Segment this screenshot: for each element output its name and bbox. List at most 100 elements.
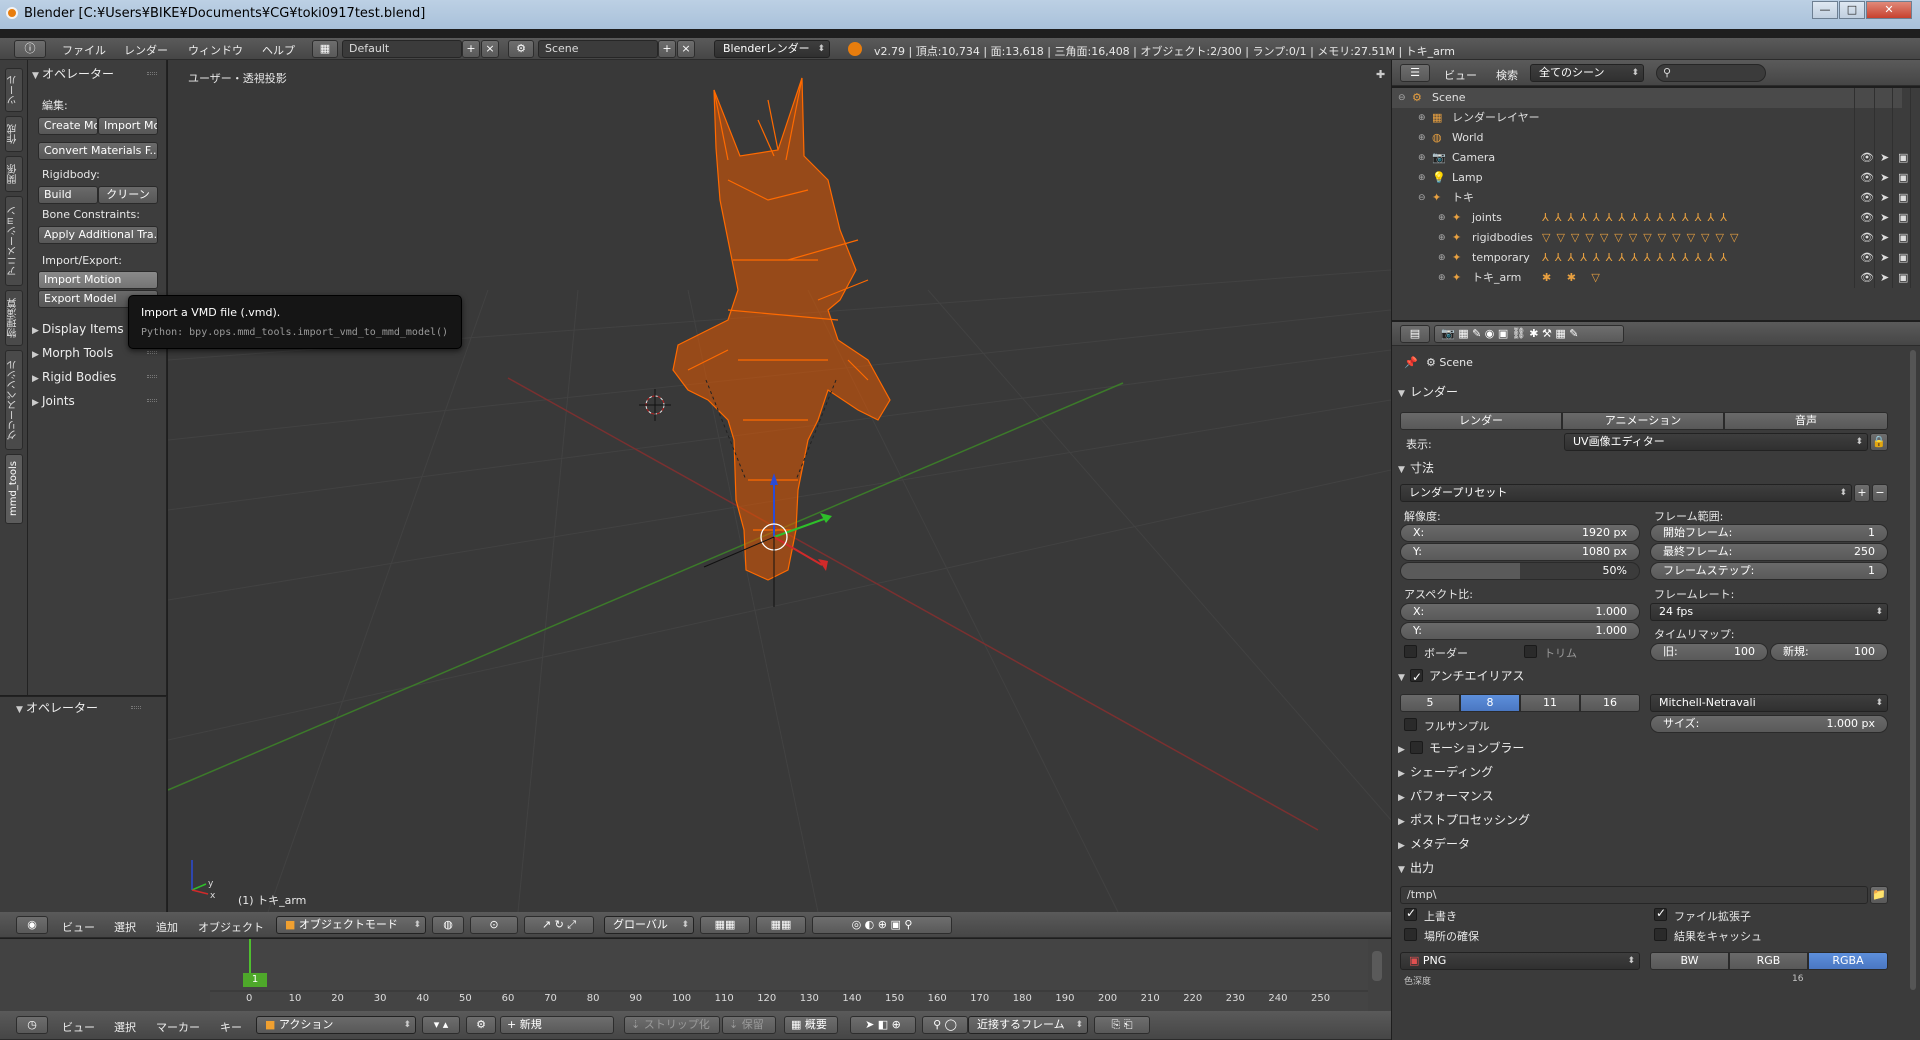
tl-arrows-icon[interactable]: ▾ ▴	[422, 1016, 460, 1034]
close-button[interactable]: ✕	[1866, 1, 1912, 19]
layers2-icon[interactable]: ▦▦	[756, 916, 806, 934]
overwrite-checkbox[interactable]	[1404, 906, 1417, 921]
menu-file[interactable]: ファイル	[62, 42, 106, 58]
build-button[interactable]: Build	[38, 186, 98, 204]
tab-mmd-tools[interactable]: mmd_tools	[5, 454, 23, 524]
selectable-cursor-icon[interactable]: ➤	[1880, 148, 1889, 168]
minimize-button[interactable]: —	[1812, 1, 1838, 19]
outliner[interactable]: ⊖ ⚙ Scene ⊕ ▦ レンダーレイヤー ⊕ ◍ World ⊕ 📷 Camera 👁 ➤ ▣ ⊕ 💡 Lam…	[1392, 88, 1920, 320]
visibility-eye-icon[interactable]: 👁	[1860, 208, 1874, 228]
renderable-camera-icon[interactable]: ▣	[1898, 168, 1908, 188]
layers-icon[interactable]: ▦▦	[700, 916, 750, 934]
scene-field[interactable]: Scene	[538, 40, 658, 58]
aspect-y-field[interactable]: Y: 1.000	[1400, 622, 1640, 640]
layout-field[interactable]: Default	[342, 40, 462, 58]
outliner-filter-dropdown[interactable]: 全てのシーン	[1530, 64, 1644, 82]
copy-paste-icons[interactable]: ⎘ ⎗	[1094, 1016, 1150, 1034]
joints-panel[interactable]: ▶ Joints	[32, 390, 163, 412]
expand-toggle-icon[interactable]: ⊕	[1438, 208, 1446, 228]
menu-window[interactable]: ウィンドウ	[188, 42, 243, 58]
tab-animation[interactable]: アニメーション	[5, 196, 23, 286]
resolution-y-field[interactable]: Y: 1080 px	[1400, 543, 1640, 561]
full-sample-checkbox[interactable]	[1404, 718, 1417, 731]
audio-button[interactable]: 音声	[1724, 412, 1888, 430]
3d-viewport[interactable]: y x ユーザー・透視投影 (1) トキ_arm ✚	[168, 60, 1391, 912]
frame-step-field[interactable]: フレームステップ: 1	[1650, 562, 1888, 580]
tab-create[interactable]: 作成	[5, 116, 23, 152]
selectable-cursor-icon[interactable]: ➤	[1880, 228, 1889, 248]
expand-toggle-icon[interactable]: ⊕	[1418, 168, 1426, 188]
shading-section-header[interactable]: ▶ シェーディング	[1398, 762, 1904, 782]
maximize-button[interactable]: □	[1839, 1, 1865, 19]
menu-tl-marker[interactable]: マーカー	[156, 1019, 200, 1035]
scene-remove-icon[interactable]: ×	[677, 40, 695, 58]
expand-toggle-icon[interactable]: ⊖	[1418, 188, 1426, 208]
layout-remove-icon[interactable]: ×	[481, 40, 499, 58]
selectable-cursor-icon[interactable]: ➤	[1880, 188, 1889, 208]
selectable-cursor-icon[interactable]: ➤	[1880, 248, 1889, 268]
action-browse-icon[interactable]: ⚙	[466, 1016, 496, 1034]
file-format-dropdown[interactable]: ▣ PNG	[1400, 952, 1640, 970]
output-path-field[interactable]: /tmp\	[1400, 886, 1868, 904]
snap-tools-icon[interactable]: ◎ ◐ ⊕ ▣ ⚲	[812, 916, 952, 934]
import-model-button[interactable]: Import Mo	[98, 117, 158, 135]
menu-add[interactable]: 追加	[156, 919, 178, 935]
renderable-camera-icon[interactable]: ▣	[1898, 268, 1908, 288]
motion-blur-checkbox[interactable]	[1410, 741, 1423, 754]
aa-samples-11[interactable]: 11	[1520, 694, 1580, 712]
filter-size-field[interactable]: サイズ: 1.000 px	[1650, 715, 1888, 733]
create-model-button[interactable]: Create Mo	[38, 117, 98, 135]
color-mode-rgba[interactable]: RGBA	[1808, 952, 1888, 970]
selectable-cursor-icon[interactable]: ➤	[1880, 208, 1889, 228]
menu-outliner-search[interactable]: 検索	[1496, 67, 1518, 83]
layout-icon[interactable]: ▦	[312, 40, 338, 58]
display-dropdown[interactable]: UV画像エディター	[1564, 433, 1868, 451]
expand-toggle-icon[interactable]: ⊕	[1438, 248, 1446, 268]
menu-help[interactable]: ヘルプ	[262, 42, 295, 58]
border-checkbox[interactable]	[1404, 645, 1417, 658]
renderable-camera-icon[interactable]: ▣	[1898, 228, 1908, 248]
snap-mode-dropdown[interactable]: 近接するフレーム	[968, 1016, 1088, 1034]
clean-button[interactable]: クリーン	[98, 186, 158, 204]
visibility-eye-icon[interactable]: 👁	[1860, 168, 1874, 188]
aa-samples-16[interactable]: 16	[1580, 694, 1640, 712]
crop-checkbox[interactable]	[1524, 645, 1537, 658]
outliner-row[interactable]: ⊕ ▦ レンダーレイヤー	[1392, 108, 1902, 128]
aa-filter-dropdown[interactable]: Mitchell-Netravali	[1650, 694, 1888, 712]
outliner-row[interactable]: ⊕ ✦ temporary 👁 ➤ ▣ ⅄⅄⅄⅄⅄⅄⅄⅄⅄⅄⅄⅄⅄⅄⅄	[1392, 248, 1908, 268]
filter-icons[interactable]: ➤ ◧ ⊕	[850, 1016, 916, 1034]
tab-grease-pencil[interactable]: グリースペンシル	[5, 350, 23, 450]
tab-physics[interactable]: 物理演算	[5, 290, 23, 346]
antialias-section-header[interactable]: ▼アンチエイリアス	[1398, 666, 1904, 687]
summary-button[interactable]: ▦ 概要	[784, 1016, 838, 1034]
menu-view[interactable]: ビュー	[62, 919, 95, 935]
visibility-eye-icon[interactable]: 👁	[1860, 228, 1874, 248]
visibility-eye-icon[interactable]: 👁	[1860, 148, 1874, 168]
cache-result-checkbox[interactable]	[1654, 928, 1667, 941]
scene-icon[interactable]: ⚙	[508, 40, 534, 58]
outliner-row[interactable]: ⊕ ◍ World	[1392, 128, 1902, 148]
new-action-button[interactable]: + 新規	[500, 1016, 614, 1034]
file-extension-checkbox[interactable]	[1654, 906, 1667, 921]
outliner-row[interactable]: ⊕ ✦ rigidbodies 👁 ➤ ▣ ▽▽▽▽▽▽▽▽▽▽▽▽▽▽	[1392, 228, 1908, 248]
properties-scrollbar[interactable]	[1910, 350, 1916, 990]
frame-start-field[interactable]: 開始フレーム: 1	[1650, 524, 1888, 542]
metadata-section-header[interactable]: ▶ メタデータ	[1398, 834, 1904, 854]
menu-tl-view[interactable]: ビュー	[62, 1019, 95, 1035]
remap-old-field[interactable]: 旧: 100	[1650, 643, 1768, 661]
shading-icon[interactable]: ◍	[432, 916, 464, 934]
menu-tl-key[interactable]: キー	[220, 1019, 242, 1035]
convert-materials-button[interactable]: Convert Materials F...	[38, 142, 158, 160]
expand-toggle-icon[interactable]: ⊕	[1418, 128, 1426, 148]
renderable-camera-icon[interactable]: ▣	[1898, 208, 1908, 228]
pivot-icon[interactable]: ⊙	[470, 916, 518, 934]
menu-object[interactable]: オブジェクト	[198, 919, 264, 935]
editor-type-properties-icon[interactable]: ▤	[1400, 325, 1430, 343]
outliner-row[interactable]: ⊕ ✦ joints 👁 ➤ ▣ ⅄⅄⅄⅄⅄⅄⅄⅄⅄⅄⅄⅄⅄⅄⅄	[1392, 208, 1908, 228]
selectable-cursor-icon[interactable]: ➤	[1880, 168, 1889, 188]
outliner-search-input[interactable]: ⚲	[1656, 64, 1766, 82]
menu-render[interactable]: レンダー	[124, 42, 168, 58]
expand-toggle-icon[interactable]: ⊕	[1418, 148, 1426, 168]
apply-additional-button[interactable]: Apply Additional Tra...	[38, 226, 158, 244]
layout-add-icon[interactable]: +	[462, 40, 480, 58]
